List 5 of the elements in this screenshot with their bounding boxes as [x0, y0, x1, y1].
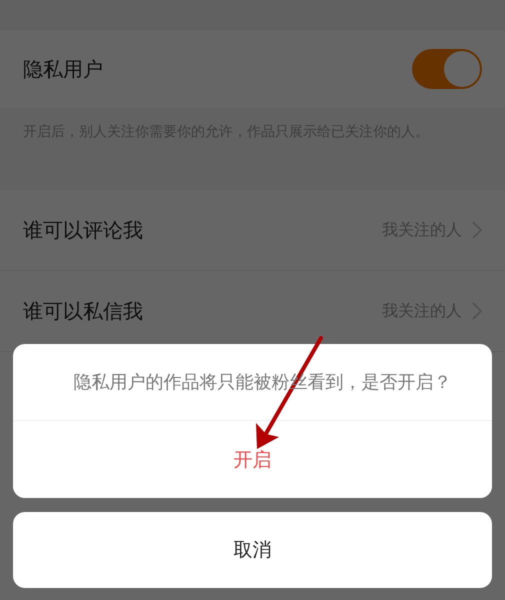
cancel-button[interactable]: 取消 [13, 512, 492, 588]
row-label: 谁可以私信我 [23, 298, 144, 324]
row-label: 隐私用户 [23, 56, 104, 82]
row-label: 谁可以评论我 [23, 216, 144, 244]
toggle-switch[interactable] [412, 49, 482, 89]
